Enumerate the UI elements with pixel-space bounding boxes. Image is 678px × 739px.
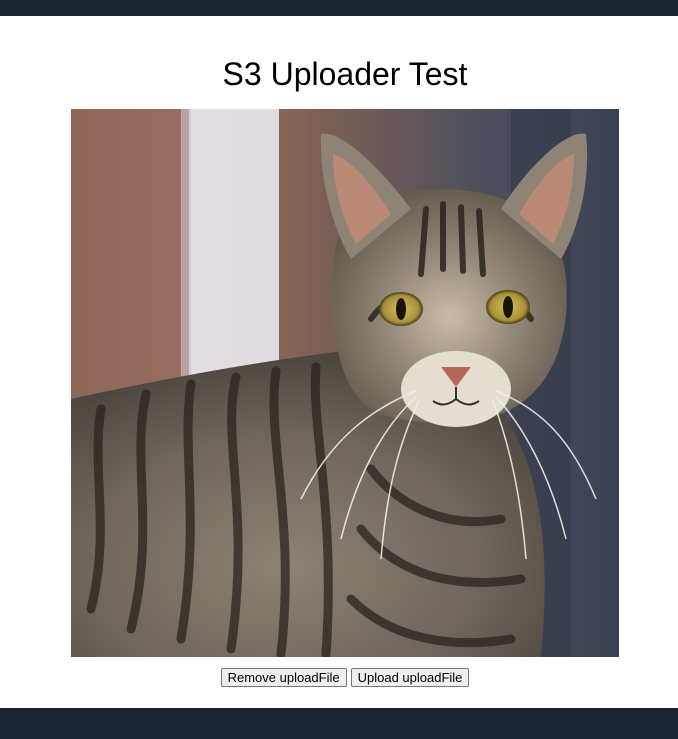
bottom-bar [0,708,678,739]
remove-upload-file-button[interactable]: Remove uploadFile [220,668,347,687]
cat-photo [71,109,619,657]
top-bar [0,0,678,16]
upload-controls: Remove uploadFile Upload uploadFile [0,668,678,687]
page-title: S3 Uploader Test [222,56,468,92]
upload-file-button[interactable]: Upload uploadFile [350,668,470,687]
